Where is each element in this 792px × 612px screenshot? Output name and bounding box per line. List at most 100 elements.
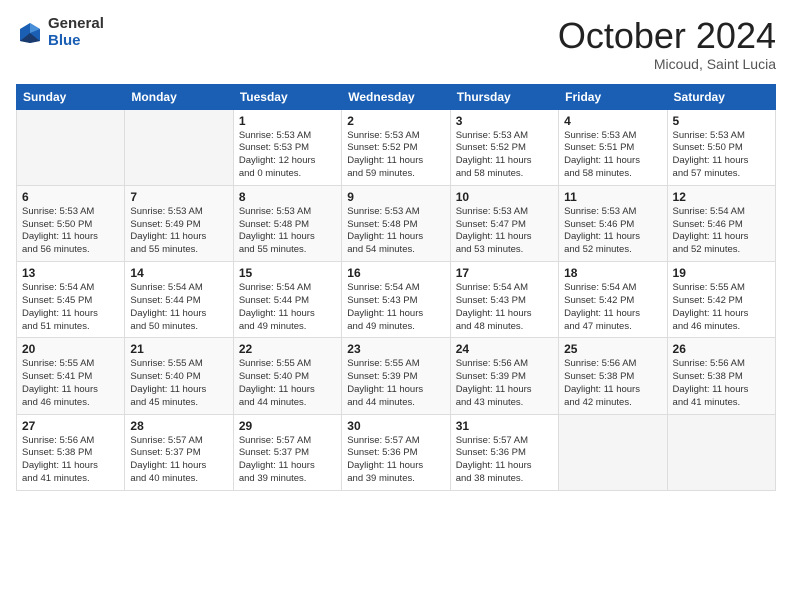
- day-number: 31: [456, 419, 553, 433]
- calendar-cell: 8 Sunrise: 5:53 AMSunset: 5:48 PMDaylight…: [233, 185, 341, 261]
- day-info: Sunrise: 5:55 AMSunset: 5:41 PMDaylight:…: [22, 358, 119, 409]
- day-info: Sunrise: 5:53 AMSunset: 5:52 PMDaylight:…: [456, 130, 553, 181]
- day-info: Sunrise: 5:53 AMSunset: 5:48 PMDaylight:…: [347, 206, 444, 257]
- calendar-cell: 28 Sunrise: 5:57 AMSunset: 5:37 PMDayligh…: [125, 414, 233, 490]
- calendar-cell: 14 Sunrise: 5:54 AMSunset: 5:44 PMDayligh…: [125, 262, 233, 338]
- calendar-cell: 21 Sunrise: 5:55 AMSunset: 5:40 PMDayligh…: [125, 338, 233, 414]
- day-number: 28: [130, 419, 227, 433]
- day-number: 14: [130, 266, 227, 280]
- day-number: 7: [130, 190, 227, 204]
- calendar-cell: 4 Sunrise: 5:53 AMSunset: 5:51 PMDaylight…: [559, 109, 667, 185]
- calendar-cell: 31Sunrise: 5:57 AMSunset: 5:36 PMDayligh…: [450, 414, 558, 490]
- day-info: Sunrise: 5:53 AMSunset: 5:49 PMDaylight:…: [130, 206, 227, 257]
- calendar-cell: [17, 109, 125, 185]
- day-header-monday: Monday: [125, 84, 233, 109]
- calendar-cell: 20Sunrise: 5:55 AMSunset: 5:41 PMDayligh…: [17, 338, 125, 414]
- day-info: Sunrise: 5:56 AMSunset: 5:38 PMDaylight:…: [673, 358, 770, 409]
- day-number: 15: [239, 266, 336, 280]
- day-info: Sunrise: 5:53 AMSunset: 5:50 PMDaylight:…: [673, 130, 770, 181]
- calendar-cell: 3 Sunrise: 5:53 AMSunset: 5:52 PMDaylight…: [450, 109, 558, 185]
- day-info: Sunrise: 5:53 AMSunset: 5:46 PMDaylight:…: [564, 206, 661, 257]
- day-number: 5: [673, 114, 770, 128]
- day-number: 2: [347, 114, 444, 128]
- day-info: Sunrise: 5:54 AMSunset: 5:45 PMDaylight:…: [22, 282, 119, 333]
- day-number: 30: [347, 419, 444, 433]
- calendar-cell: 15 Sunrise: 5:54 AMSunset: 5:44 PMDayligh…: [233, 262, 341, 338]
- calendar-cell: 9 Sunrise: 5:53 AMSunset: 5:48 PMDaylight…: [342, 185, 450, 261]
- calendar-cell: 30Sunrise: 5:57 AMSunset: 5:36 PMDayligh…: [342, 414, 450, 490]
- day-number: 23: [347, 342, 444, 356]
- day-info: Sunrise: 5:53 AMSunset: 5:47 PMDaylight:…: [456, 206, 553, 257]
- calendar-week-row: 6 Sunrise: 5:53 AMSunset: 5:50 PMDaylight…: [17, 185, 776, 261]
- day-header-friday: Friday: [559, 84, 667, 109]
- calendar-cell: 13 Sunrise: 5:54 AMSunset: 5:45 PMDayligh…: [17, 262, 125, 338]
- calendar-cell: 26 Sunrise: 5:56 AMSunset: 5:38 PMDayligh…: [667, 338, 775, 414]
- day-header-tuesday: Tuesday: [233, 84, 341, 109]
- day-info: Sunrise: 5:54 AMSunset: 5:43 PMDaylight:…: [456, 282, 553, 333]
- location-subtitle: Micoud, Saint Lucia: [558, 56, 776, 72]
- calendar-cell: 16Sunrise: 5:54 AMSunset: 5:43 PMDayligh…: [342, 262, 450, 338]
- day-number: 17: [456, 266, 553, 280]
- day-info: Sunrise: 5:53 AMSunset: 5:48 PMDaylight:…: [239, 206, 336, 257]
- day-number: 25: [564, 342, 661, 356]
- day-header-thursday: Thursday: [450, 84, 558, 109]
- day-header-wednesday: Wednesday: [342, 84, 450, 109]
- day-number: 3: [456, 114, 553, 128]
- day-info: Sunrise: 5:53 AMSunset: 5:51 PMDaylight:…: [564, 130, 661, 181]
- day-info: Sunrise: 5:57 AMSunset: 5:37 PMDaylight:…: [239, 435, 336, 486]
- day-number: 10: [456, 190, 553, 204]
- day-header-saturday: Saturday: [667, 84, 775, 109]
- day-info: Sunrise: 5:53 AMSunset: 5:50 PMDaylight:…: [22, 206, 119, 257]
- day-number: 4: [564, 114, 661, 128]
- day-header-sunday: Sunday: [17, 84, 125, 109]
- calendar-week-row: 20Sunrise: 5:55 AMSunset: 5:41 PMDayligh…: [17, 338, 776, 414]
- month-title: October 2024: [558, 16, 776, 56]
- calendar-cell: 1Sunrise: 5:53 AMSunset: 5:53 PMDaylight…: [233, 109, 341, 185]
- title-block: October 2024 Micoud, Saint Lucia: [558, 16, 776, 72]
- day-info: Sunrise: 5:54 AMSunset: 5:44 PMDaylight:…: [130, 282, 227, 333]
- calendar-cell: 24Sunrise: 5:56 AMSunset: 5:39 PMDayligh…: [450, 338, 558, 414]
- day-info: Sunrise: 5:56 AMSunset: 5:38 PMDaylight:…: [564, 358, 661, 409]
- logo-icon: [16, 19, 44, 47]
- calendar-cell: 6 Sunrise: 5:53 AMSunset: 5:50 PMDaylight…: [17, 185, 125, 261]
- day-number: 13: [22, 266, 119, 280]
- day-number: 9: [347, 190, 444, 204]
- day-info: Sunrise: 5:53 AMSunset: 5:53 PMDaylight:…: [239, 130, 336, 181]
- calendar-cell: 23Sunrise: 5:55 AMSunset: 5:39 PMDayligh…: [342, 338, 450, 414]
- day-number: 11: [564, 190, 661, 204]
- logo-general-text: General: [48, 16, 104, 33]
- calendar-cell: [125, 109, 233, 185]
- day-number: 18: [564, 266, 661, 280]
- calendar-cell: 22 Sunrise: 5:55 AMSunset: 5:40 PMDayligh…: [233, 338, 341, 414]
- day-number: 8: [239, 190, 336, 204]
- day-info: Sunrise: 5:54 AMSunset: 5:44 PMDaylight:…: [239, 282, 336, 333]
- day-info: Sunrise: 5:53 AMSunset: 5:52 PMDaylight:…: [347, 130, 444, 181]
- calendar-cell: 18 Sunrise: 5:54 AMSunset: 5:42 PMDayligh…: [559, 262, 667, 338]
- day-info: Sunrise: 5:55 AMSunset: 5:40 PMDaylight:…: [239, 358, 336, 409]
- day-number: 6: [22, 190, 119, 204]
- calendar-table: SundayMondayTuesdayWednesdayThursdayFrid…: [16, 84, 776, 491]
- logo-text: General Blue: [48, 16, 104, 49]
- calendar-cell: 25 Sunrise: 5:56 AMSunset: 5:38 PMDayligh…: [559, 338, 667, 414]
- day-number: 21: [130, 342, 227, 356]
- calendar-cell: 19Sunrise: 5:55 AMSunset: 5:42 PMDayligh…: [667, 262, 775, 338]
- day-info: Sunrise: 5:55 AMSunset: 5:40 PMDaylight:…: [130, 358, 227, 409]
- day-number: 29: [239, 419, 336, 433]
- day-number: 27: [22, 419, 119, 433]
- day-number: 12: [673, 190, 770, 204]
- day-number: 22: [239, 342, 336, 356]
- day-info: Sunrise: 5:54 AMSunset: 5:43 PMDaylight:…: [347, 282, 444, 333]
- day-info: Sunrise: 5:57 AMSunset: 5:37 PMDaylight:…: [130, 435, 227, 486]
- day-info: Sunrise: 5:54 AMSunset: 5:42 PMDaylight:…: [564, 282, 661, 333]
- calendar-cell: 11 Sunrise: 5:53 AMSunset: 5:46 PMDayligh…: [559, 185, 667, 261]
- calendar-cell: [667, 414, 775, 490]
- day-number: 26: [673, 342, 770, 356]
- calendar-cell: 29 Sunrise: 5:57 AMSunset: 5:37 PMDayligh…: [233, 414, 341, 490]
- logo-blue-text: Blue: [48, 33, 104, 50]
- calendar-cell: 2 Sunrise: 5:53 AMSunset: 5:52 PMDaylight…: [342, 109, 450, 185]
- calendar-cell: 10 Sunrise: 5:53 AMSunset: 5:47 PMDayligh…: [450, 185, 558, 261]
- day-info: Sunrise: 5:56 AMSunset: 5:38 PMDaylight:…: [22, 435, 119, 486]
- day-number: 19: [673, 266, 770, 280]
- logo: General Blue: [16, 16, 104, 49]
- page-header: General Blue October 2024 Micoud, Saint …: [16, 16, 776, 72]
